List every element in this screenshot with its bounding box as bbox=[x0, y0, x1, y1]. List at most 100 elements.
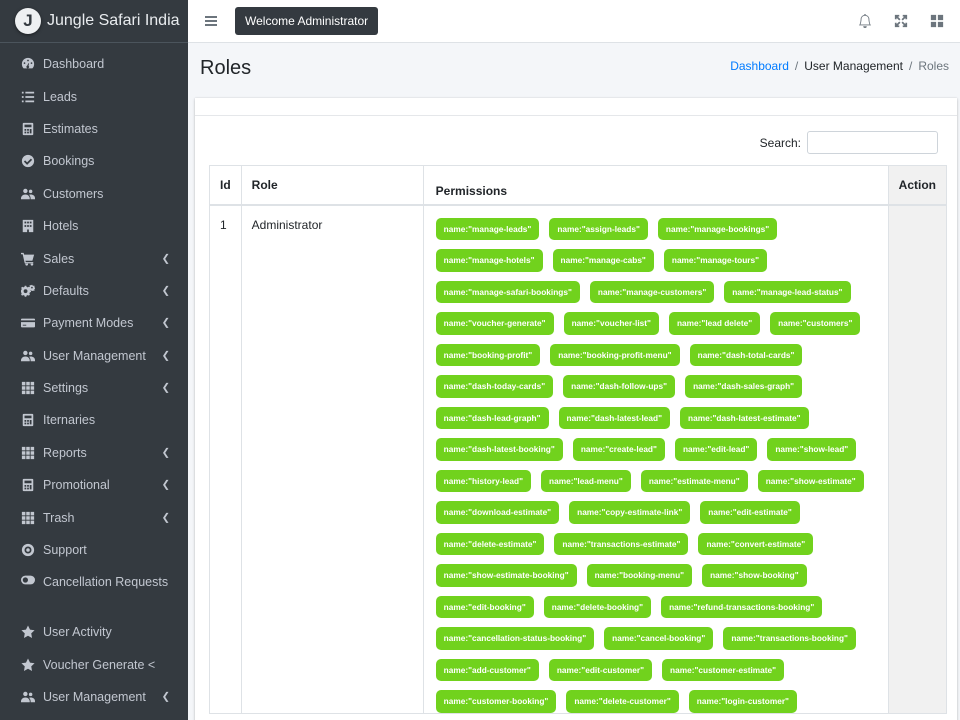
column-header-role[interactable]: Role bbox=[240, 165, 424, 206]
sidebar-item-user-management[interactable]: User Management ❮ bbox=[0, 340, 188, 372]
grid-icon bbox=[20, 511, 36, 525]
sidebar-item-label: Voucher Generate < bbox=[43, 657, 156, 672]
sidebar-item-payment-modes[interactable]: Payment Modes ❮ bbox=[0, 307, 188, 339]
sidebar-item-customers[interactable]: Customers bbox=[0, 178, 188, 210]
sidebar-item-label: User Activity bbox=[43, 625, 112, 640]
chevron-left-icon: ❮ bbox=[161, 479, 170, 491]
cogs-icon bbox=[20, 284, 36, 298]
building-icon bbox=[20, 219, 36, 233]
chevron-left-icon: ❮ bbox=[161, 382, 170, 394]
permission-badge: name:"lead-menu" bbox=[541, 469, 631, 492]
cell-action bbox=[887, 204, 948, 714]
sidebar-item-label: User Management bbox=[43, 690, 146, 705]
permission-badge: name:"manage-leads" bbox=[435, 217, 540, 240]
permission-badge: name:"show-lead" bbox=[767, 438, 857, 461]
sidebar-item-promotional[interactable]: Promotional ❮ bbox=[0, 469, 188, 501]
table-header-row: Id Role Permissions Action bbox=[209, 165, 948, 206]
chevron-left-icon: ❮ bbox=[161, 691, 170, 703]
permission-badge: name:"booking-menu" bbox=[586, 564, 693, 587]
dashboard-icon bbox=[20, 57, 36, 71]
sidebar-item-leads[interactable]: Leads bbox=[0, 80, 188, 112]
calculator-icon bbox=[20, 122, 36, 136]
sidebar-item-user-management[interactable]: User Management ❮ bbox=[0, 681, 188, 713]
sidebar-item-bookings[interactable]: Bookings bbox=[0, 145, 188, 177]
sidebar-item-hotels[interactable]: Hotels bbox=[0, 210, 188, 242]
breadcrumb-separator: / bbox=[908, 59, 913, 73]
permission-badge: name:"edit-estimate" bbox=[700, 501, 800, 524]
sidebar-item-label: Customers bbox=[43, 186, 104, 201]
expand-icon[interactable] bbox=[894, 14, 908, 28]
sidebar-item-label: Bookings bbox=[43, 154, 95, 169]
column-header-permissions[interactable]: Permissions bbox=[422, 165, 889, 206]
permission-badge: name:"cancellation-status-booking" bbox=[435, 627, 595, 650]
calculator-icon bbox=[20, 413, 36, 427]
permission-badge: name:"manage-safari-bookings" bbox=[435, 280, 580, 303]
permission-badge: name:"manage-cabs" bbox=[552, 249, 654, 272]
sidebar-item-label: Settings bbox=[43, 381, 89, 396]
sidebar-item-defaults[interactable]: Defaults ❮ bbox=[0, 275, 188, 307]
chevron-left-icon: ❮ bbox=[161, 350, 170, 362]
breadcrumb: Dashboard / User Management / Roles bbox=[730, 59, 949, 73]
apps-icon[interactable] bbox=[930, 14, 944, 28]
sidebar-nav: Dashboard Leads Estimates Bookings Customers… bbox=[0, 43, 188, 713]
search-input[interactable] bbox=[807, 131, 938, 154]
sidebar-item-label: Defaults bbox=[43, 283, 89, 298]
sidebar-item-label: Dashboard bbox=[43, 57, 105, 72]
permission-badge: name:"add-customer" bbox=[435, 658, 539, 681]
breadcrumb-separator: / bbox=[794, 59, 799, 73]
sidebar-item-label: Hotels bbox=[43, 219, 79, 234]
sidebar-item-user-activity[interactable]: User Activity bbox=[0, 616, 188, 648]
calculator-icon bbox=[20, 478, 36, 492]
permission-badge: name:"manage-tours" bbox=[663, 249, 768, 272]
permission-badge: name:"dash-latest-lead" bbox=[558, 406, 671, 429]
sidebar-item-iternaries[interactable]: Iternaries bbox=[0, 404, 188, 436]
permission-badge: name:"customer-estimate" bbox=[662, 658, 785, 681]
brand-link[interactable]: J Jungle Safari India bbox=[0, 0, 188, 43]
permission-badge: name:"dash-lead-graph" bbox=[435, 406, 549, 429]
bell-icon[interactable] bbox=[858, 14, 872, 28]
column-header-action[interactable]: Action bbox=[887, 165, 948, 206]
sidebar-item-voucher-generate[interactable]: Voucher Generate < bbox=[0, 649, 188, 681]
table-row: 1 Administrator name:"manage-leads" name:… bbox=[209, 204, 948, 714]
permission-badge: name:"manage-hotels" bbox=[435, 249, 543, 272]
sidebar-item-label: Reports bbox=[43, 445, 87, 460]
search-label: Search: bbox=[759, 135, 801, 150]
permission-badge: name:"customers" bbox=[770, 312, 861, 335]
roles-table: Id Role Permissions Action 1 Administrat… bbox=[209, 165, 948, 714]
sidebar-item-dashboard[interactable]: Dashboard bbox=[0, 48, 188, 80]
sidebar-item-settings[interactable]: Settings ❮ bbox=[0, 372, 188, 404]
breadcrumb-dashboard-link[interactable]: Dashboard bbox=[730, 59, 789, 73]
permission-badge: name:"customer-booking" bbox=[435, 690, 557, 713]
permission-badge: name:"delete-customer" bbox=[566, 690, 679, 713]
chevron-left-icon: ❮ bbox=[161, 447, 170, 459]
sidebar-item-reports[interactable]: Reports ❮ bbox=[0, 437, 188, 469]
cart-icon bbox=[20, 252, 36, 266]
permission-badge: name:"dash-sales-graph" bbox=[685, 375, 803, 398]
permission-badge: name:"delete-estimate" bbox=[435, 532, 545, 555]
cell-permissions: name:"manage-leads" name:"assign-leads" na… bbox=[422, 204, 889, 714]
content-header: Roles Dashboard / User Management / Role… bbox=[188, 43, 960, 97]
support-icon bbox=[20, 543, 36, 557]
chevron-left-icon: ❮ bbox=[161, 285, 170, 297]
sidebar-item-sales[interactable]: Sales ❮ bbox=[0, 242, 188, 274]
chevron-left-icon: ❮ bbox=[161, 512, 170, 524]
permission-badge: name:"edit-booking" bbox=[435, 595, 534, 618]
sidebar-item-support[interactable]: Support bbox=[0, 534, 188, 566]
credit-card-icon bbox=[20, 316, 36, 330]
menu-toggle-icon[interactable] bbox=[205, 16, 217, 26]
permission-badge: name:"dash-total-cards" bbox=[689, 343, 803, 366]
users-icon bbox=[20, 690, 36, 704]
column-header-id[interactable]: Id bbox=[209, 165, 242, 206]
permission-badge: name:"assign-leads" bbox=[549, 217, 648, 240]
brand-logo: J bbox=[15, 8, 41, 34]
sidebar: J Jungle Safari India Dashboard Leads Esti… bbox=[0, 0, 188, 720]
permission-badge: name:"dash-follow-ups" bbox=[563, 375, 676, 398]
sidebar-item-estimates[interactable]: Estimates bbox=[0, 113, 188, 145]
permission-badge: name:"refund-transactions-booking" bbox=[661, 595, 823, 618]
permission-badge: name:"voucher-generate" bbox=[435, 312, 554, 335]
sidebar-item-cancellation-requests[interactable]: Cancellation Requests bbox=[0, 566, 188, 616]
sidebar-item-trash[interactable]: Trash ❮ bbox=[0, 501, 188, 533]
sidebar-item-label: Cancellation Requests bbox=[43, 575, 169, 590]
star-icon bbox=[20, 658, 36, 672]
breadcrumb-section: User Management bbox=[804, 59, 903, 73]
